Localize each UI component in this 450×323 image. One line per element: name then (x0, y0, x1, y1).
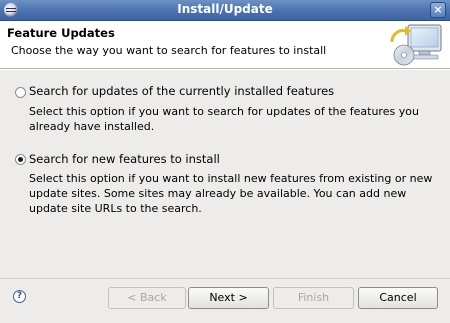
wizard-header: Feature Updates Choose the way you want … (0, 21, 450, 69)
radio-search-new-features[interactable] (15, 154, 26, 165)
computer-update-icon (390, 24, 442, 66)
back-button[interactable]: < Back (108, 287, 186, 309)
button-bar-separator (0, 278, 450, 279)
help-icon[interactable]: ? (13, 290, 26, 303)
page-title: Feature Updates (7, 26, 115, 40)
option-description-search-new-features: Select this option if you want to instal… (29, 172, 433, 215)
page-description: Choose the way you want to search for fe… (11, 44, 327, 57)
option-label-search-new-features[interactable]: Search for new features to install (29, 152, 220, 166)
radio-search-updates[interactable] (15, 87, 26, 98)
title-bar: Install/Update × (0, 0, 450, 21)
window-title: Install/Update (177, 2, 273, 16)
close-button[interactable]: × (430, 2, 446, 18)
option-label-search-updates[interactable]: Search for updates of the currently inst… (29, 84, 334, 98)
header-separator (0, 69, 450, 70)
option-description-search-updates: Select this option if you want to search… (29, 105, 419, 133)
finish-button[interactable]: Finish (273, 287, 354, 309)
next-button[interactable]: Next > (188, 287, 269, 309)
cancel-button[interactable]: Cancel (358, 287, 438, 309)
